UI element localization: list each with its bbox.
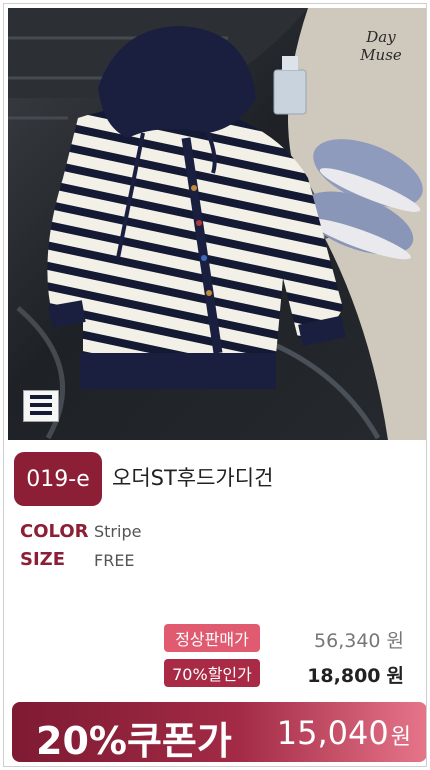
sale-price-label: 70%할인가 [164, 659, 260, 687]
coupon-price: 15,040원 [277, 714, 411, 752]
regular-price: 56,340 원 [314, 626, 404, 653]
coupon-price-currency: 원 [390, 725, 411, 750]
thumbnail-swatch[interactable] [23, 390, 59, 422]
color-value: Stripe [94, 522, 142, 541]
sale-price: 18,800 원 [307, 661, 404, 688]
product-code-badge: 019-e [14, 452, 102, 506]
sale-price-amount: 18,800 [307, 665, 381, 687]
regular-price-amount: 56,340 [314, 630, 381, 652]
coupon-label: 20%쿠폰가 [36, 719, 232, 763]
regular-price-label: 정상판매가 [164, 624, 260, 652]
regular-price-currency: 원 [386, 630, 404, 652]
size-value: FREE [94, 551, 135, 570]
photo-illustration [8, 8, 426, 440]
thumbnail-image [30, 395, 52, 415]
coupon-price-amount: 15,040 [276, 714, 389, 752]
color-label: COLOR [20, 521, 89, 542]
size-label: SIZE [20, 549, 66, 570]
sale-price-currency: 원 [386, 665, 404, 687]
product-photo[interactable]: Day Muse [8, 8, 426, 440]
product-card: Day Muse 019-e 오더ST후드가디건 COLOR Stripe SI… [3, 3, 427, 767]
watermark-logo: Day Muse [360, 28, 402, 64]
coupon-banner[interactable]: 20%쿠폰가 15,040원 [12, 702, 426, 763]
product-name: 오더ST후드가디건 [112, 466, 274, 490]
